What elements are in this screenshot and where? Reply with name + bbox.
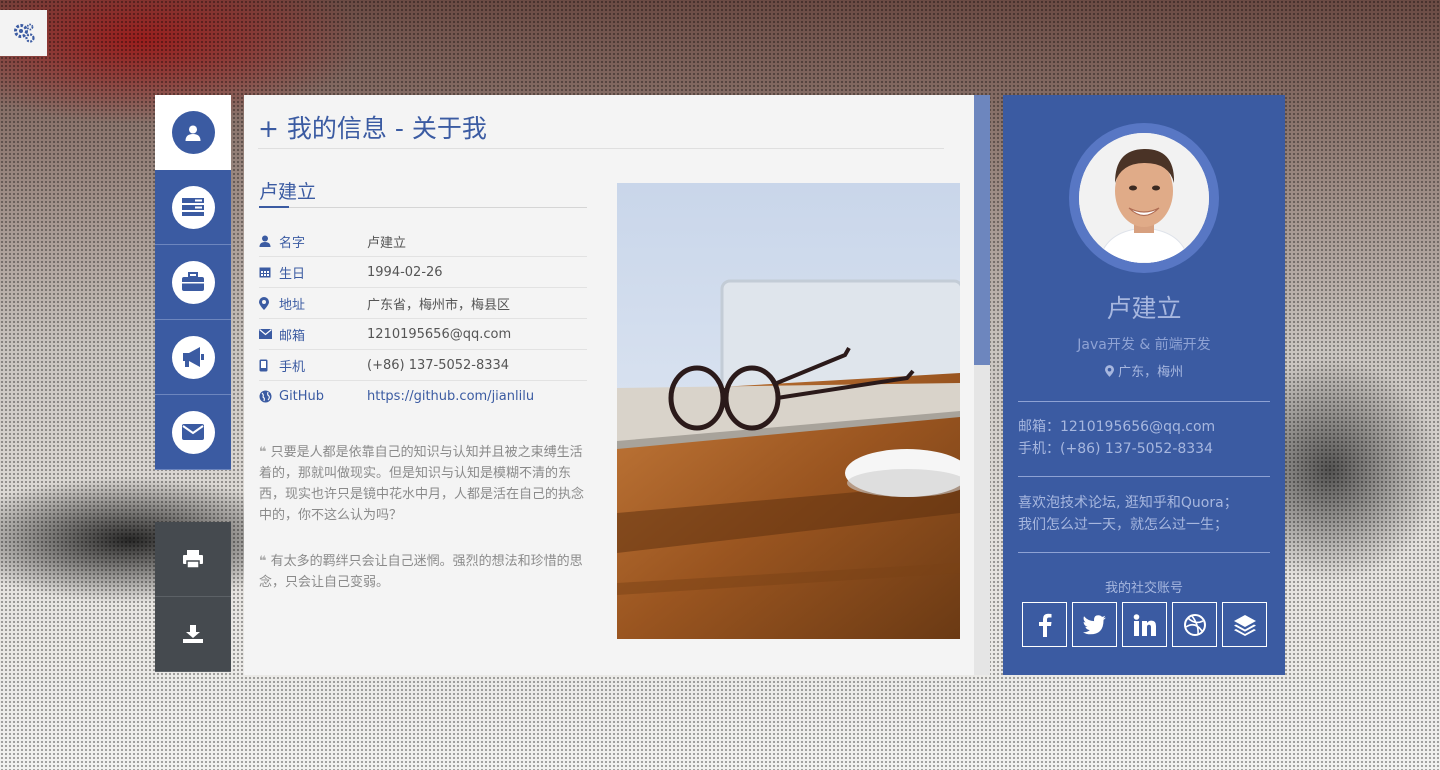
card-hobby-line: 我们怎么过一天，就怎么过一生； bbox=[1018, 517, 1228, 533]
map-marker-icon bbox=[259, 296, 269, 310]
nav-item-announcements[interactable] bbox=[155, 320, 231, 395]
info-label: 生日 bbox=[279, 266, 306, 282]
stack-icon bbox=[1233, 614, 1256, 636]
user-icon bbox=[185, 125, 201, 141]
calendar-icon bbox=[259, 267, 271, 278]
card-role: Java开发 & 前端开发 bbox=[1077, 337, 1211, 353]
side-nav bbox=[155, 95, 231, 470]
twitter-link[interactable] bbox=[1072, 602, 1117, 647]
info-row-birthday: 生日 1994-02-26 bbox=[259, 257, 587, 288]
info-row-name: 名字 卢建立 bbox=[259, 226, 587, 257]
quote-text: 有太多的羁绊只会让自己迷惘。强烈的想法和珍惜的思念，只会让自己变弱。 bbox=[259, 554, 583, 590]
avatar-ring bbox=[1069, 123, 1219, 273]
card-location: 广东，梅州 bbox=[1003, 361, 1285, 380]
card-divider bbox=[1018, 401, 1270, 402]
map-marker-icon bbox=[1104, 365, 1114, 377]
card-hobby-line: 喜欢泡技术论坛, 逛知乎和Quora； bbox=[1018, 495, 1238, 511]
dribbble-icon bbox=[1183, 613, 1206, 636]
gears-icon bbox=[13, 23, 35, 43]
info-icon-wrap bbox=[259, 359, 279, 372]
dribbble-link[interactable] bbox=[1172, 602, 1217, 647]
info-icon-wrap bbox=[259, 296, 279, 310]
print-button[interactable] bbox=[155, 522, 231, 597]
envelope-icon bbox=[259, 329, 272, 339]
desk-photo bbox=[617, 183, 960, 639]
info-label: 邮箱 bbox=[279, 328, 306, 344]
info-row-address: 地址 广东省，梅州市，梅县区 bbox=[259, 288, 587, 319]
twitter-icon bbox=[1082, 614, 1106, 634]
settings-button[interactable] bbox=[0, 10, 47, 56]
info-label: GitHub bbox=[279, 389, 325, 404]
nav-item-resume[interactable] bbox=[155, 170, 231, 245]
envelope-icon bbox=[182, 424, 204, 440]
nav-icon-circle bbox=[171, 335, 215, 379]
info-label: 手机 bbox=[279, 359, 306, 375]
nav-item-about[interactable] bbox=[155, 95, 231, 170]
card-hobbies: 喜欢泡技术论坛, 逛知乎和Quora； 我们怎么过一天，就怎么过一生； bbox=[1018, 492, 1278, 536]
mobile-icon bbox=[259, 359, 268, 371]
download-icon bbox=[183, 625, 203, 643]
facebook-link[interactable] bbox=[1022, 602, 1067, 647]
facebook-icon bbox=[1038, 613, 1051, 637]
title-text: 我的信息 - 关于我 bbox=[286, 114, 487, 143]
info-icon-wrap bbox=[259, 266, 279, 278]
github-link[interactable]: https://github.com/jianlilu bbox=[367, 389, 534, 404]
social-links bbox=[1022, 602, 1267, 647]
user-icon bbox=[259, 235, 271, 247]
name-divider bbox=[259, 206, 587, 208]
globe-icon bbox=[259, 390, 272, 403]
nav-icon-circle bbox=[171, 111, 215, 154]
card-divider bbox=[1018, 476, 1270, 477]
info-value: 1210195656@qq.com bbox=[367, 326, 512, 342]
info-icon-wrap bbox=[259, 329, 279, 339]
tool-nav bbox=[155, 522, 231, 672]
megaphone-icon bbox=[183, 347, 204, 367]
quote-icon: ❝ bbox=[259, 554, 267, 569]
card-phone: 手机：(+86) 137-5052-8334 bbox=[1018, 441, 1214, 457]
card-location-text: 广东，梅州 bbox=[1118, 365, 1184, 380]
info-row-github: GitHub https://github.com/jianlilu bbox=[259, 381, 587, 412]
list-icon bbox=[182, 198, 204, 216]
card-name: 卢建立 bbox=[1106, 294, 1182, 323]
print-icon bbox=[183, 550, 203, 569]
card-divider bbox=[1018, 552, 1270, 553]
profile-card: 卢建立 Java开发 & 前端开发 广东，梅州 邮箱：1210195656@qq… bbox=[1003, 95, 1285, 675]
linkedin-link[interactable] bbox=[1122, 602, 1167, 647]
briefcase-icon bbox=[182, 272, 204, 291]
info-label: 名字 bbox=[279, 235, 306, 251]
page-title: + 我的信息 - 关于我 bbox=[258, 109, 487, 145]
social-label: 我的社交账号 bbox=[1104, 581, 1183, 596]
scrollbar-thumb[interactable] bbox=[974, 95, 990, 365]
nav-icon-circle bbox=[171, 410, 215, 454]
info-value: 1994-02-26 bbox=[367, 264, 443, 280]
download-button[interactable] bbox=[155, 597, 231, 672]
nav-item-contact[interactable] bbox=[155, 395, 231, 470]
info-value: 广东省，梅州市，梅县区 bbox=[367, 297, 511, 313]
info-icon-wrap bbox=[259, 390, 279, 403]
linkedin-icon bbox=[1133, 613, 1156, 636]
stack-link[interactable] bbox=[1222, 602, 1267, 647]
nav-icon-circle bbox=[171, 260, 215, 304]
about-panel: + 我的信息 - 关于我 卢建立 名字 卢建立 生日 1994-02-26 地址… bbox=[244, 95, 990, 675]
info-value: (+86) 137-5052-8334 bbox=[367, 357, 510, 373]
quote-2: ❝ 有太多的羁绊只会让自己迷惘。强烈的想法和珍惜的思念，只会让自己变弱。 bbox=[259, 551, 589, 593]
scrollbar[interactable] bbox=[974, 95, 990, 675]
nav-icon-circle bbox=[171, 185, 215, 229]
info-icon-wrap bbox=[259, 235, 279, 247]
quote-1: ❝ 只要是人都是依靠自己的知识与认知并且被之束缚生活着的，那就叫做现实。但是知识与… bbox=[259, 442, 589, 526]
profile-name-heading: 卢建立 bbox=[259, 181, 317, 203]
info-row-email: 邮箱 1210195656@qq.com bbox=[259, 319, 587, 350]
info-list: 名字 卢建立 生日 1994-02-26 地址 广东省，梅州市，梅县区 邮箱 1… bbox=[259, 226, 587, 412]
title-divider bbox=[258, 148, 944, 149]
card-email: 邮箱：1210195656@qq.com bbox=[1018, 419, 1216, 435]
title-plus: + bbox=[258, 114, 279, 143]
info-label: 地址 bbox=[279, 297, 306, 313]
quote-text: 只要是人都是依靠自己的知识与认知并且被之束缚生活着的，那就叫做现实。但是知识与认… bbox=[259, 445, 585, 523]
nav-item-portfolio[interactable] bbox=[155, 245, 231, 320]
card-contact: 邮箱：1210195656@qq.com 手机：(+86) 137-5052-8… bbox=[1018, 416, 1278, 460]
info-value: 卢建立 bbox=[367, 235, 407, 251]
quote-icon: ❝ bbox=[259, 445, 267, 460]
info-row-phone: 手机 (+86) 137-5052-8334 bbox=[259, 350, 587, 381]
avatar bbox=[1079, 133, 1209, 263]
